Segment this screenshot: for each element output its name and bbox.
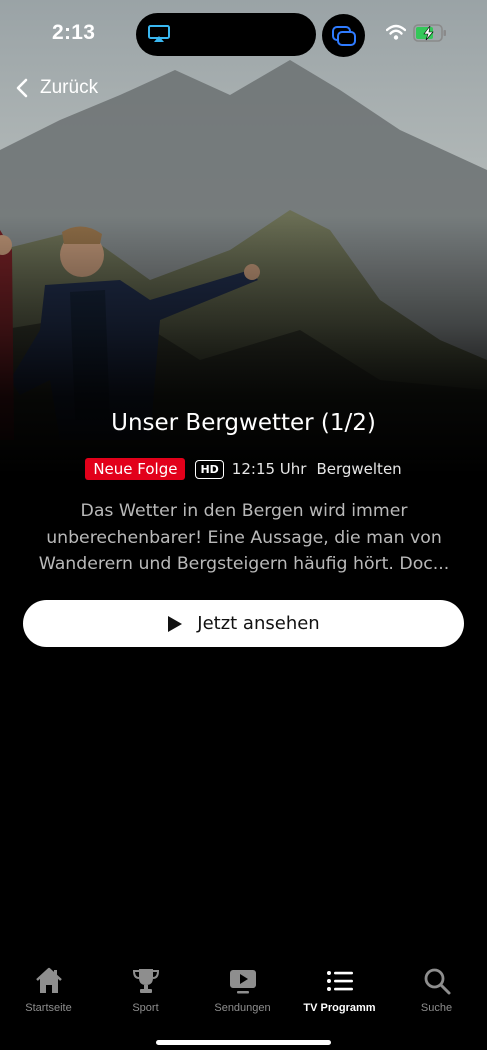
wifi-icon bbox=[386, 24, 406, 40]
status-time: 2:13 bbox=[52, 21, 96, 44]
back-label: Zurück bbox=[40, 77, 99, 98]
tab-label: TV Programm bbox=[303, 1002, 376, 1014]
dynamic-island bbox=[136, 13, 316, 56]
screen-share-icon bbox=[332, 26, 356, 46]
play-screen-icon bbox=[229, 970, 256, 994]
episode-description[interactable]: Das Wetter in den Bergen wird immer unbe… bbox=[24, 498, 464, 578]
tab-startseite[interactable]: Startseite bbox=[0, 966, 97, 1014]
watch-now-button[interactable]: Jetzt ansehen bbox=[23, 600, 464, 647]
play-icon bbox=[168, 615, 183, 632]
hd-badge: HD bbox=[195, 459, 224, 479]
new-episode-badge: Neue Folge bbox=[85, 458, 186, 480]
tab-label: Sport bbox=[132, 1002, 159, 1014]
back-button[interactable]: Zurück bbox=[12, 72, 98, 104]
home-icon bbox=[35, 967, 62, 993]
airplay-icon bbox=[148, 25, 170, 42]
tab-sport[interactable]: Sport bbox=[97, 966, 194, 1014]
search-icon bbox=[424, 968, 450, 995]
trophy-icon bbox=[132, 969, 159, 993]
episode-title: Unser Bergwetter (1/2) bbox=[111, 410, 376, 436]
battery-charging-icon bbox=[413, 24, 446, 42]
chevron-left-icon bbox=[16, 78, 28, 98]
screen-share-badge bbox=[322, 14, 365, 57]
tab-label: Suche bbox=[420, 1002, 453, 1014]
status-bar: 2:13 bbox=[0, 0, 487, 70]
tab-bar: Startseite Sport Sendungen TV Programm S… bbox=[0, 958, 487, 1050]
list-icon bbox=[326, 971, 353, 991]
watch-now-label: Jetzt ansehen bbox=[197, 613, 320, 634]
channel-name: Bergwelten bbox=[316, 460, 402, 478]
tab-suche[interactable]: Suche bbox=[388, 966, 485, 1014]
air-time: 12:15 Uhr bbox=[231, 460, 307, 478]
episode-meta: Neue Folge HD 12:15 Uhr Bergwelten bbox=[0, 458, 487, 480]
tab-label: Startseite bbox=[25, 1002, 72, 1014]
tab-label: Sendungen bbox=[214, 1002, 271, 1014]
home-indicator[interactable] bbox=[156, 1040, 331, 1045]
tab-tv-programm[interactable]: TV Programm bbox=[291, 966, 388, 1014]
tab-sendungen[interactable]: Sendungen bbox=[194, 966, 291, 1014]
